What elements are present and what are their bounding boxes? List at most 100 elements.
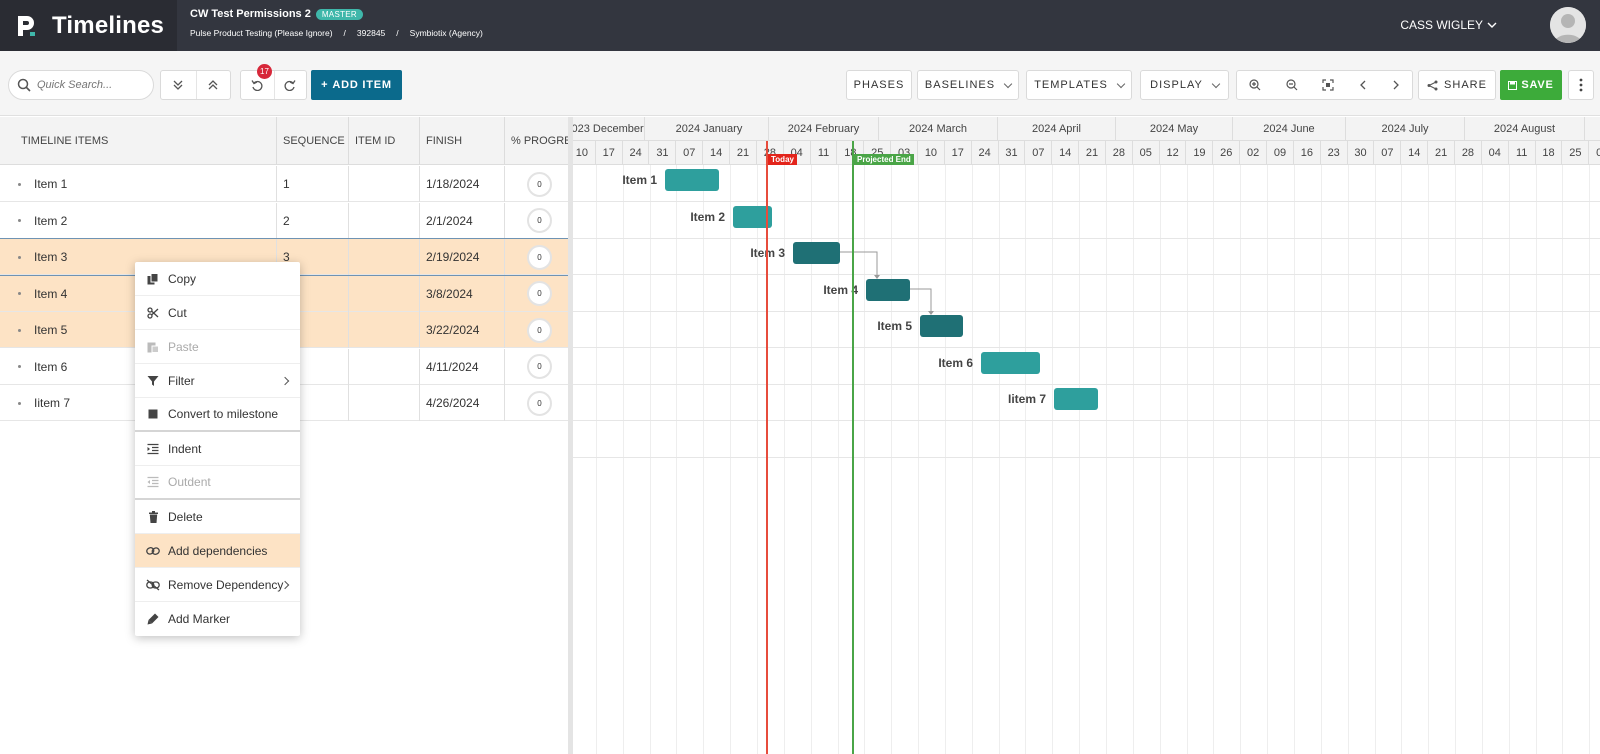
cell-item-id[interactable] bbox=[349, 239, 420, 275]
column-header-timeline-items[interactable]: TIMELINE ITEMS bbox=[0, 117, 277, 165]
outdent-icon bbox=[146, 475, 160, 489]
undo-redo-group bbox=[240, 70, 307, 100]
chevron-right-icon bbox=[280, 376, 290, 386]
cell-finish[interactable]: 4/11/2024 bbox=[420, 348, 505, 385]
menu-item-delete[interactable]: Delete bbox=[135, 500, 300, 534]
trash-icon bbox=[146, 510, 160, 524]
menu-item-add-dependencies[interactable]: Add dependencies bbox=[135, 534, 300, 568]
breadcrumb-item[interactable]: 392845 bbox=[357, 28, 385, 38]
share-button[interactable]: SHARE bbox=[1418, 70, 1496, 100]
gantt-bar[interactable] bbox=[1054, 388, 1098, 410]
double-chevron-down-icon bbox=[173, 80, 183, 90]
zoom-out-icon[interactable] bbox=[1286, 79, 1298, 91]
share-icon bbox=[1427, 80, 1438, 90]
cell-timeline-item[interactable]: Item 2 bbox=[0, 202, 277, 239]
chevron-left-icon[interactable] bbox=[1359, 80, 1367, 90]
column-header-item-id[interactable]: ITEM ID bbox=[349, 117, 420, 165]
cell-item-id[interactable] bbox=[349, 312, 420, 348]
search-input[interactable] bbox=[37, 79, 147, 91]
menu-item-copy[interactable]: Copy bbox=[135, 262, 300, 296]
cell-item-id[interactable] bbox=[349, 166, 420, 202]
gantt-bar-label: Item 6 bbox=[938, 355, 973, 370]
cell-finish[interactable]: 2/19/2024 bbox=[420, 239, 505, 275]
progress-indicator: 0 bbox=[527, 317, 552, 343]
cell-timeline-item[interactable]: Item 1 bbox=[0, 166, 277, 202]
cell-finish[interactable]: 2/1/2024 bbox=[420, 202, 505, 239]
cell-progress[interactable]: 0 bbox=[505, 166, 568, 202]
menu-item-label: Cut bbox=[168, 305, 187, 320]
cell-item-id[interactable] bbox=[349, 202, 420, 239]
table-row[interactable]: Item 1 1 1/18/2024 0 bbox=[0, 166, 568, 202]
gantt-bar[interactable] bbox=[793, 242, 840, 264]
table-row[interactable]: Item 2 2 2/1/2024 0 bbox=[0, 202, 568, 239]
dependency-connector[interactable] bbox=[840, 251, 878, 275]
user-menu[interactable]: CASS WIGLEY bbox=[1400, 18, 1497, 32]
menu-item-add-marker[interactable]: Add Marker bbox=[135, 602, 300, 636]
cell-finish[interactable]: 3/22/2024 bbox=[420, 312, 505, 348]
menu-item-filter[interactable]: Filter bbox=[135, 364, 300, 398]
expand-all-button[interactable] bbox=[161, 80, 196, 90]
cell-finish[interactable]: 4/26/2024 bbox=[420, 385, 505, 421]
gantt-bar[interactable] bbox=[866, 278, 910, 301]
breadcrumb-item[interactable]: Pulse Product Testing (Please Ignore) bbox=[190, 28, 333, 38]
cell-item-id[interactable] bbox=[349, 348, 420, 385]
column-header-finish[interactable]: FINISH bbox=[420, 117, 505, 165]
cell-progress[interactable]: 0 bbox=[505, 203, 568, 239]
item-name: Item 6 bbox=[34, 359, 68, 374]
more-options-button[interactable] bbox=[1568, 70, 1594, 100]
cell-progress[interactable]: 0 bbox=[505, 239, 568, 275]
redo-button[interactable] bbox=[273, 71, 307, 99]
menu-item-label: Paste bbox=[168, 339, 199, 354]
menu-item-paste[interactable]: Paste bbox=[135, 330, 300, 364]
app-header: Timelines CW Test Permissions 2 MASTER P… bbox=[0, 0, 1600, 51]
add-item-button[interactable]: + ADD ITEM bbox=[311, 70, 402, 100]
cell-item-id[interactable] bbox=[349, 385, 420, 421]
display-dropdown[interactable]: DISPLAY bbox=[1140, 70, 1229, 100]
dependency-connector[interactable] bbox=[910, 288, 932, 311]
menu-item-cut[interactable]: Cut bbox=[135, 296, 300, 330]
toolbar: 17 + ADD ITEM PHASES BASELINES TEMPLATES… bbox=[0, 51, 1600, 116]
baselines-dropdown[interactable]: BASELINES bbox=[917, 70, 1019, 100]
chevron-right-icon[interactable] bbox=[1392, 80, 1400, 90]
cell-progress[interactable]: 0 bbox=[505, 312, 568, 348]
column-header-sequence[interactable]: SEQUENCE bbox=[277, 117, 349, 165]
cell-sequence[interactable]: 2 bbox=[277, 202, 349, 239]
menu-item-outdent[interactable]: Outdent bbox=[135, 466, 300, 500]
cell-item-id[interactable] bbox=[349, 275, 420, 312]
templates-dropdown[interactable]: TEMPLATES bbox=[1026, 70, 1132, 100]
indent-icon bbox=[146, 442, 160, 456]
collapse-all-button[interactable] bbox=[195, 71, 231, 99]
menu-item-convert-to-milestone[interactable]: Convert to milestone bbox=[135, 398, 300, 432]
save-button[interactable]: SAVE bbox=[1500, 70, 1562, 100]
project-title: CW Test Permissions 2 MASTER bbox=[190, 8, 363, 20]
gantt-bar[interactable] bbox=[920, 315, 963, 337]
breadcrumb-item[interactable]: Symbiotix (Agency) bbox=[410, 28, 483, 38]
square-icon bbox=[146, 407, 160, 421]
zoom-in-icon[interactable] bbox=[1249, 79, 1261, 91]
cell-finish[interactable]: 3/8/2024 bbox=[420, 275, 505, 312]
column-header-progress[interactable]: % PROGRESS bbox=[505, 117, 568, 165]
cell-sequence[interactable]: 1 bbox=[277, 166, 349, 202]
grid-header: TIMELINE ITEMS SEQUENCE ITEM ID FINISH %… bbox=[0, 117, 568, 165]
menu-item-indent[interactable]: Indent bbox=[135, 432, 300, 466]
cell-progress[interactable]: 0 bbox=[505, 385, 568, 421]
cell-progress[interactable]: 0 bbox=[505, 349, 568, 385]
brand[interactable]: Timelines bbox=[0, 0, 177, 51]
fit-to-screen-icon[interactable] bbox=[1322, 79, 1335, 91]
avatar[interactable] bbox=[1550, 7, 1586, 43]
chevron-down-icon bbox=[1211, 79, 1221, 88]
today-line bbox=[766, 141, 768, 754]
search-icon bbox=[17, 78, 31, 92]
phases-label: PHASES bbox=[853, 79, 905, 91]
cell-progress[interactable]: 0 bbox=[505, 276, 568, 312]
phases-button[interactable]: PHASES bbox=[846, 70, 912, 100]
menu-item-remove-dependency[interactable]: Remove Dependency bbox=[135, 568, 300, 602]
share-label: SHARE bbox=[1444, 79, 1487, 91]
menu-item-label: Filter bbox=[168, 373, 195, 388]
gantt-bar[interactable] bbox=[665, 169, 719, 191]
gantt-bar[interactable] bbox=[981, 351, 1040, 374]
cell-finish[interactable]: 1/18/2024 bbox=[420, 166, 505, 202]
undo-button[interactable] bbox=[241, 79, 274, 91]
quick-search[interactable] bbox=[8, 70, 154, 100]
filter-icon bbox=[146, 374, 160, 388]
